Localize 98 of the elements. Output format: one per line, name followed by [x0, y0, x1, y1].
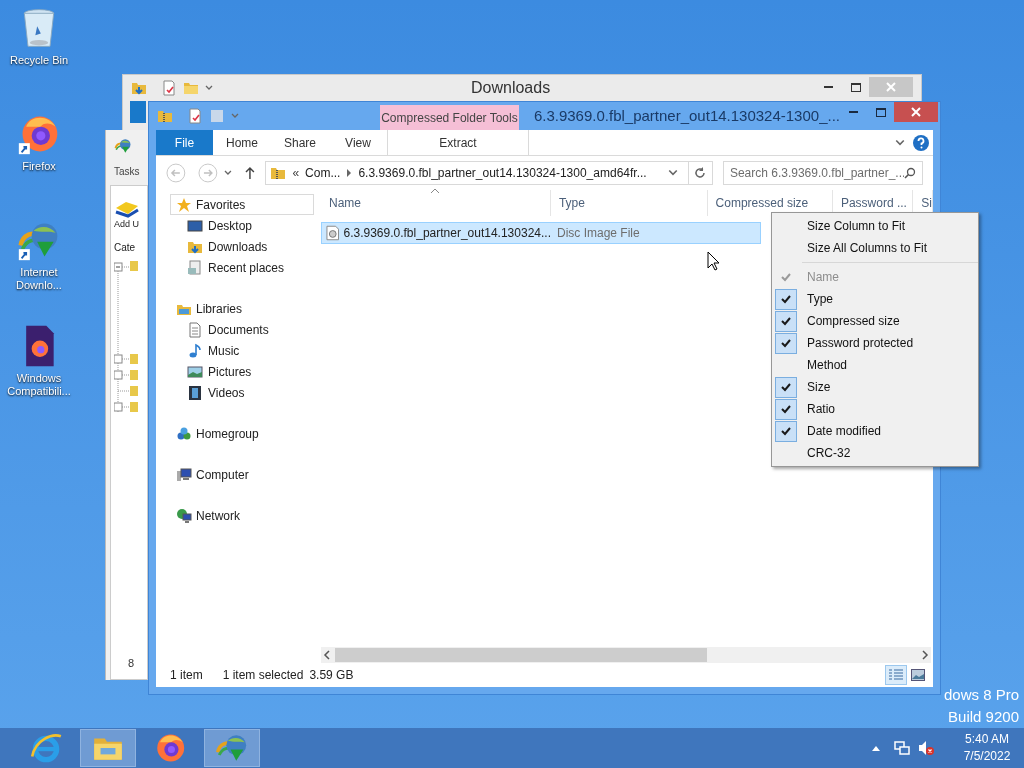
help-icon[interactable]	[913, 134, 929, 151]
computer-icon	[176, 466, 192, 483]
ribbon-tab[interactable]: Extract	[387, 130, 529, 155]
nav-item[interactable]: Homegroup	[170, 423, 314, 444]
column-header[interactable]: Name	[321, 190, 551, 216]
toolbar-label[interactable]: Add U	[114, 218, 147, 232]
menu-item[interactable]: CRC-32	[772, 442, 978, 464]
film-icon	[187, 384, 203, 401]
tiles-view-icon	[911, 669, 925, 681]
nav-item[interactable]: Recent places	[170, 257, 314, 278]
nav-item[interactable]: Desktop	[170, 215, 314, 236]
document-icon	[187, 321, 203, 338]
dropdown-icon	[205, 84, 213, 92]
selection-size: 3.59 GB	[309, 667, 354, 684]
window-title: 6.3.9369.0.fbl_partner_out14.130324-1300_...	[533, 105, 840, 126]
horizontal-scrollbar[interactable]	[321, 647, 931, 663]
dropdown-icon	[231, 112, 239, 120]
search-icon	[904, 167, 916, 179]
clock-date[interactable]: 7/5/2022	[963, 748, 1011, 765]
menu-item[interactable]: Date modified	[772, 420, 978, 442]
cursor-icon	[707, 251, 720, 271]
network-icon	[176, 507, 192, 524]
menu-item[interactable]: Size All Columns to Fit	[772, 237, 978, 259]
checkmark-icon	[775, 376, 797, 398]
picture-icon	[187, 363, 203, 380]
recent-places-icon	[187, 259, 203, 276]
recent-locations-icon	[223, 169, 232, 177]
window-title: Downloads	[471, 78, 551, 98]
nav-item[interactable]: Downloads	[170, 236, 314, 257]
file-row[interactable]: 6.3.9369.0.fbl_partner_out14.130324... Disc Image File	[321, 222, 761, 244]
dropdown-icon	[667, 168, 678, 178]
checkmark-icon	[775, 332, 797, 354]
tab[interactable]: Tasks	[114, 164, 148, 179]
nav-item[interactable]: Computer	[170, 464, 314, 485]
menu-item[interactable]: Password protected	[772, 332, 978, 354]
item-count: 1 item	[170, 667, 203, 684]
nav-item[interactable]: Network	[170, 505, 314, 526]
star-icon	[176, 196, 192, 213]
tree-header: Cate	[114, 240, 137, 255]
internet-explorer-icon	[29, 731, 63, 765]
music-note-icon	[187, 342, 203, 359]
breadcrumb[interactable]: Com...	[305, 164, 341, 182]
zip-folder-icon	[270, 165, 287, 181]
details-view-icon	[889, 669, 903, 681]
download-manager-icon	[114, 137, 132, 155]
network-icon[interactable]	[894, 740, 910, 756]
menu-item[interactable]: Method	[772, 354, 978, 376]
ribbon-tab[interactable]: File	[156, 130, 213, 155]
menu-item: Name	[772, 266, 978, 288]
scroll-left-icon[interactable]	[321, 649, 333, 661]
address-bar[interactable]: « Com... 6.3.9369.0.fbl_partner_out14.130324-1300_amd64fr...	[265, 161, 713, 185]
checkmark-icon	[775, 288, 797, 310]
checkmark-icon	[775, 310, 797, 332]
up-arrow-icon[interactable]	[243, 166, 256, 180]
menu-item[interactable]: Size	[772, 376, 978, 398]
context-tab-group: Compressed Folder Tools	[380, 105, 519, 130]
expand-ribbon-icon	[895, 137, 905, 148]
selection-status: 1 item selected	[222, 667, 304, 684]
menu-item[interactable]: Ratio	[772, 398, 978, 420]
file-name: 6.3.9369.0.fbl_partner_out14.130324...	[343, 225, 551, 242]
nav-item[interactable]: Favorites	[170, 194, 314, 215]
nav-item[interactable]: Pictures	[170, 361, 314, 382]
column-header[interactable]: Type	[550, 190, 708, 216]
properties-icon[interactable]	[161, 80, 177, 96]
close-icon	[911, 107, 921, 117]
ribbon-tab[interactable]: Home	[213, 130, 271, 155]
file-type: Disc Image File	[556, 225, 640, 242]
homegroup-icon	[176, 425, 192, 442]
nav-item[interactable]: Libraries	[170, 298, 314, 319]
nav-item[interactable]: Music	[170, 340, 314, 361]
properties-icon[interactable]	[187, 108, 203, 124]
ribbon-tab[interactable]: Share	[271, 130, 329, 155]
scroll-right-icon[interactable]	[919, 649, 931, 661]
checkmark-icon	[775, 398, 797, 420]
breadcrumb[interactable]: 6.3.9369.0.fbl_partner_out14.130324-1300_amd64fr...	[358, 164, 647, 182]
ribbon-tab[interactable]: View	[329, 130, 387, 155]
status-text: 8	[128, 655, 136, 671]
chevron-icon[interactable]	[346, 169, 353, 177]
monitor-icon	[187, 217, 203, 234]
os-version-text: dows 8 Pro	[943, 685, 1019, 705]
menu-item[interactable]: Compressed size	[772, 310, 978, 332]
refresh-icon[interactable]	[694, 167, 707, 179]
close-icon	[886, 82, 896, 92]
close-button[interactable]	[894, 102, 938, 122]
volume-muted-icon[interactable]	[918, 740, 934, 756]
menu-item[interactable]: Size Column to Fit	[772, 215, 978, 237]
disc-image-icon	[326, 225, 340, 241]
breadcrumb-overflow[interactable]: «	[292, 164, 300, 182]
nav-item[interactable]: Videos	[170, 382, 314, 403]
os-version-text: Build 9200	[948, 707, 1019, 727]
show-hidden-icons-icon[interactable]	[872, 745, 880, 751]
checkmark-icon	[775, 420, 797, 442]
folder-icon[interactable]	[131, 80, 147, 96]
menu-item[interactable]: Type	[772, 288, 978, 310]
zip-folder-icon[interactable]	[157, 108, 173, 124]
clock-time[interactable]: 5:40 AM	[965, 731, 1009, 748]
nav-item[interactable]: Documents	[170, 319, 314, 340]
search-field[interactable]: Search 6.3.9369.0.fbl_partner_...	[722, 161, 923, 185]
